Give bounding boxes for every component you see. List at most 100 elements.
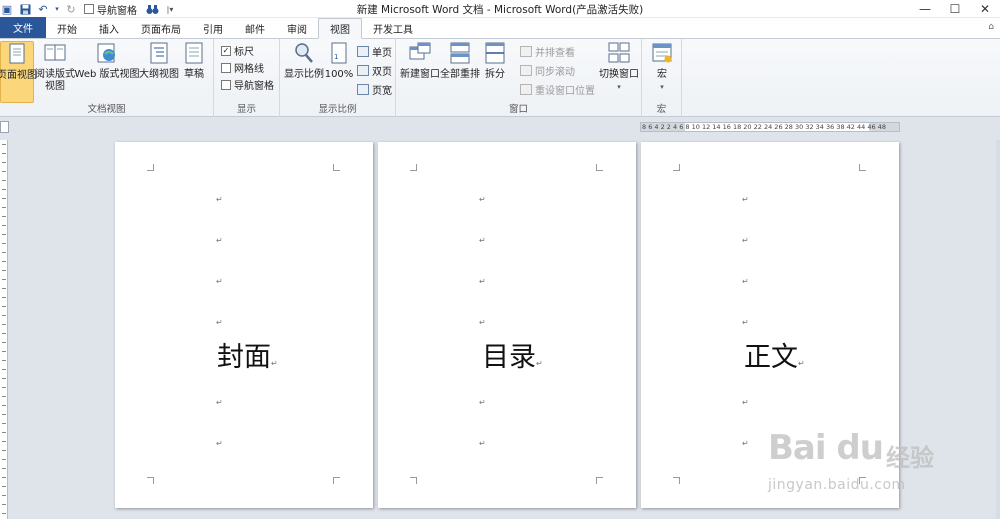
arrange-all-button[interactable]: 全部重排 <box>440 41 480 81</box>
ruler-tick <box>2 342 6 343</box>
nav-pane-checkbox[interactable] <box>221 79 231 90</box>
new-window-label: 新建窗口 <box>400 69 440 80</box>
nav-pane-quick-toggle[interactable]: 导航窗格 <box>84 2 137 17</box>
two-pages-button[interactable]: 双页 <box>357 63 392 78</box>
margin-corner <box>147 164 154 171</box>
page-cover[interactable]: ↵ ↵ ↵ ↵ 封面↵ ↵ ↵ <box>115 142 373 508</box>
ruler-scale: 8 6 4 2 2 4 6 8 10 12 14 16 18 20 22 24 … <box>642 123 886 131</box>
page-title-text: 封面 <box>217 342 271 373</box>
one-page-button[interactable]: 单页 <box>357 44 392 59</box>
two-pages-label: 双页 <box>372 67 392 78</box>
ruler-tick <box>2 198 6 199</box>
tab-page-layout[interactable]: 页面布局 <box>130 18 192 38</box>
tab-view[interactable]: 视图 <box>318 18 362 39</box>
ruler-tick <box>2 378 6 379</box>
vertical-scrollbar[interactable] <box>996 140 1000 519</box>
nav-pane-toggle[interactable]: 导航窗格 <box>221 77 274 92</box>
paragraph-mark: ↵ <box>798 359 805 368</box>
tab-file[interactable]: 文件 <box>0 17 46 38</box>
paragraph-mark: ↵ <box>216 277 223 286</box>
switch-windows-button[interactable]: 切换窗口 ▾ <box>599 41 639 93</box>
page-width-button[interactable]: 页宽 <box>357 82 392 97</box>
gridlines-checkbox[interactable] <box>221 62 231 73</box>
ruler-toggle-box[interactable] <box>0 121 9 133</box>
ruler-tick <box>2 324 6 325</box>
ruler-tick <box>2 360 6 361</box>
ruler-tick <box>2 234 6 235</box>
paragraph-mark: ↵ <box>216 398 223 407</box>
ruler-tick <box>2 432 6 433</box>
web-view-button[interactable]: Web 版式视图 <box>74 41 140 81</box>
ruler-tick <box>2 423 6 424</box>
side-by-side-button[interactable]: 并排查看 <box>520 44 575 59</box>
word-app-icon[interactable]: ▣ <box>0 2 14 16</box>
reading-view-label-2: 视图 <box>45 81 65 92</box>
ruler-tick <box>2 468 6 469</box>
switch-windows-label: 切换窗口 <box>599 69 639 80</box>
vertical-ruler[interactable] <box>0 140 8 519</box>
minimize-button[interactable]: — <box>910 0 940 18</box>
reading-view-button[interactable]: 阅读版式 视图 <box>35 41 75 93</box>
ribbon-tabs: 文件 开始 插入 页面布局 引用 邮件 审阅 视图 开发工具 <box>0 17 1000 39</box>
ruler-tick <box>2 441 6 442</box>
ruler-tick <box>2 216 6 217</box>
maximize-button[interactable]: ☐ <box>940 0 970 18</box>
zoom-100-label: 100% <box>324 69 354 80</box>
undo-dropdown-icon[interactable]: ▾ <box>54 2 60 16</box>
tab-review[interactable]: 审阅 <box>276 18 318 38</box>
page-title: 目录↵ <box>482 335 543 374</box>
zoom-button[interactable]: 显示比例 <box>284 41 324 81</box>
arrange-all-icon <box>450 42 470 64</box>
tab-insert[interactable]: 插入 <box>88 18 130 38</box>
customize-qat-icon[interactable]: |▾ <box>163 2 177 16</box>
tab-home[interactable]: 开始 <box>46 18 88 38</box>
sync-scroll-button[interactable]: 同步滚动 <box>520 63 575 78</box>
ruler-checkbox[interactable]: ✓ <box>221 45 231 56</box>
undo-icon[interactable]: ↶ <box>36 2 50 16</box>
paragraph-mark: ↵ <box>479 277 486 286</box>
group-show: ✓ 标尺 网格线 导航窗格 显示 <box>214 39 280 117</box>
group-label-zoom: 显示比例 <box>318 104 357 115</box>
margin-corner <box>410 477 417 484</box>
page-view-button[interactable]: 页面视图 <box>0 41 37 103</box>
ruler-toggle[interactable]: ✓ 标尺 <box>221 43 254 58</box>
ruler-tick <box>2 171 6 172</box>
page-100-icon: 1 <box>331 42 347 64</box>
draft-view-icon <box>185 42 203 64</box>
tab-mailings[interactable]: 邮件 <box>234 18 276 38</box>
split-button[interactable]: 拆分 <box>482 41 508 81</box>
macros-button[interactable]: 宏 ▾ <box>648 41 676 93</box>
ruler-tick <box>2 414 6 415</box>
reset-position-button[interactable]: 重设窗口位置 <box>520 82 595 97</box>
arrange-all-label: 全部重排 <box>440 69 480 80</box>
ruler-tick <box>2 189 6 190</box>
minimize-ribbon-icon[interactable]: ⌂ <box>988 22 994 32</box>
gridlines-toggle[interactable]: 网格线 <box>221 60 264 75</box>
save-icon[interactable] <box>18 2 32 16</box>
reset-position-icon <box>520 84 532 95</box>
binoculars-icon[interactable] <box>145 2 159 16</box>
tab-developer[interactable]: 开发工具 <box>362 18 424 38</box>
window-title: 新建 Microsoft Word 文档 - Microsoft Word(产品… <box>356 4 644 16</box>
page-toc[interactable]: ↵ ↵ ↵ ↵ 目录↵ ↵ ↵ <box>378 142 636 508</box>
margin-corner <box>410 164 417 171</box>
draft-view-label: 草稿 <box>184 69 204 80</box>
ruler-tick <box>2 333 6 334</box>
paragraph-mark: ↵ <box>742 277 749 286</box>
paragraph-mark: ↵ <box>216 195 223 204</box>
ruler-tick <box>2 243 6 244</box>
redo-icon[interactable]: ↻ <box>64 2 78 16</box>
new-window-button[interactable]: 新建窗口 <box>400 41 440 81</box>
horizontal-ruler[interactable]: 8 6 4 2 2 4 6 8 10 12 14 16 18 20 22 24 … <box>640 122 900 132</box>
page-view-label: 页面视图 <box>0 70 37 81</box>
web-view-label: Web 版式视图 <box>74 69 140 80</box>
title-bar: ▣ ↶ ▾ ↻ 导航窗格 |▾ 新建 Microsoft Word 文档 - M… <box>0 0 1000 18</box>
group-label-show: 显示 <box>236 104 256 115</box>
page-body[interactable]: ↵ ↵ ↵ ↵ 正文↵ ↵ ↵ <box>641 142 899 508</box>
outline-view-button[interactable]: 大纲视图 <box>139 41 179 81</box>
tab-references[interactable]: 引用 <box>192 18 234 38</box>
zoom-100-button[interactable]: 1 100% <box>325 41 353 81</box>
draft-view-button[interactable]: 草稿 <box>180 41 208 81</box>
close-button[interactable]: ✕ <box>970 0 1000 18</box>
paragraph-mark: ↵ <box>216 439 223 448</box>
